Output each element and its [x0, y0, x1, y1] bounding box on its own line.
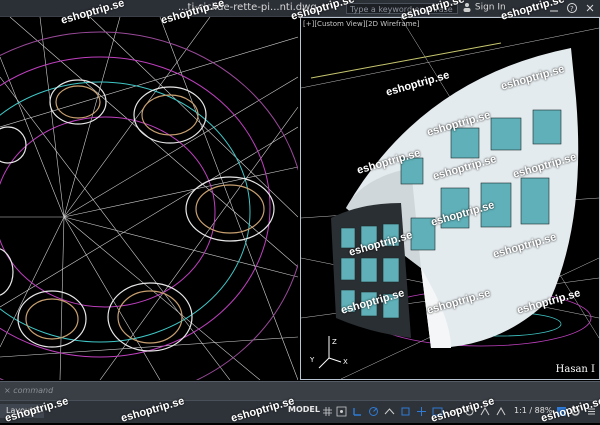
- status-bar: Layout2 MODEL 1:1 / 88%: [0, 400, 600, 423]
- isodraft-icon[interactable]: [384, 406, 395, 417]
- author-signature: Hasan I: [555, 364, 595, 375]
- ucs-axis-y: Y: [310, 356, 315, 364]
- command-line[interactable]: × command: [0, 381, 600, 400]
- ortho-icon[interactable]: [352, 406, 363, 417]
- ucs-axis-z: Z: [332, 338, 337, 346]
- svg-text:?: ?: [570, 5, 574, 13]
- command-prompt: × command: [4, 386, 54, 395]
- auto-scale-icon[interactable]: [496, 406, 507, 417]
- polar-tracking-icon[interactable]: [368, 406, 379, 417]
- help-icon[interactable]: ?: [566, 2, 578, 14]
- grid-icon[interactable]: [322, 406, 333, 417]
- ucs-axis-x: X: [343, 358, 348, 366]
- plan-wireframe-drawing: [0, 16, 306, 403]
- snap-icon[interactable]: [336, 406, 347, 417]
- left-viewport[interactable]: [0, 16, 306, 403]
- ucs-icon: [318, 336, 342, 369]
- close-icon[interactable]: [584, 2, 596, 14]
- object-snap-tracking-icon[interactable]: [416, 406, 427, 417]
- object-snap-icon[interactable]: [400, 406, 411, 417]
